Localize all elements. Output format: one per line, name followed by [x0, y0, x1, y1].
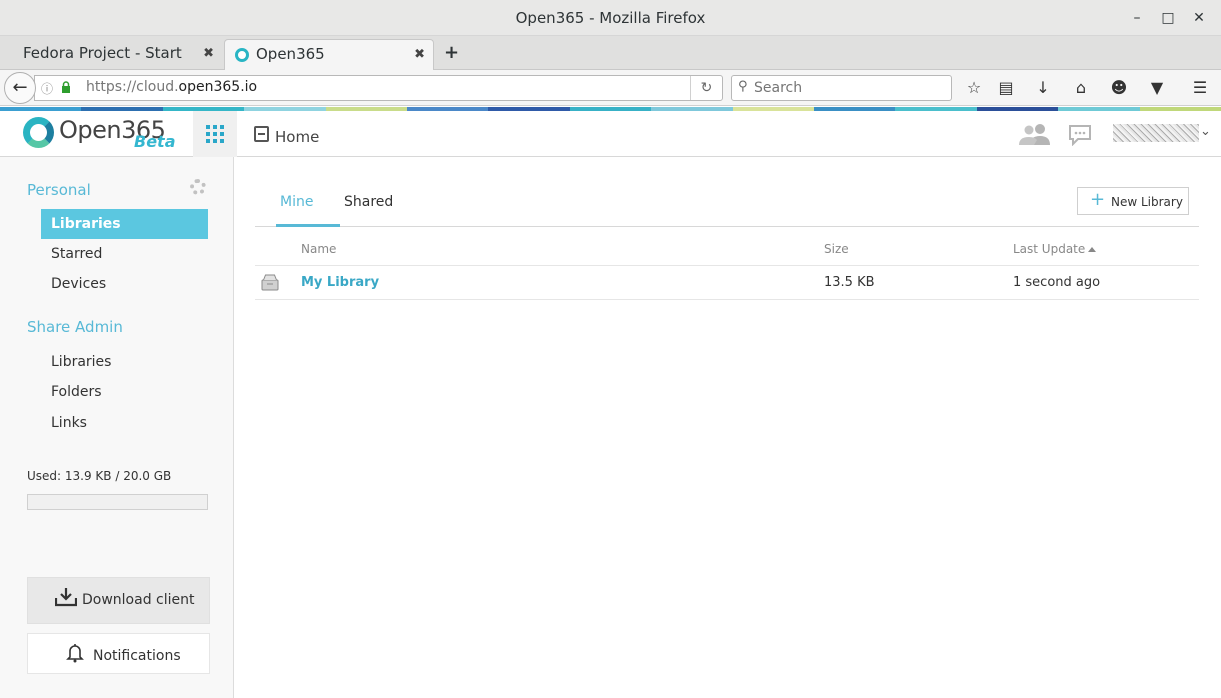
browser-tabbar: Fedora Project - Start Page ✖ Open365 ✖ …: [0, 36, 1221, 91]
active-tab-indicator: [276, 224, 340, 227]
sidebar-section-share-admin: Share Admin: [27, 318, 123, 336]
plus-icon: +: [1090, 189, 1106, 210]
search-icon: ⚲: [738, 79, 748, 94]
messages-icon[interactable]: [1068, 124, 1092, 146]
close-window-button[interactable]: ✕: [1189, 8, 1209, 28]
column-header-last-update[interactable]: Last Update: [1013, 242, 1097, 256]
browser-navbar: ⓘ https://cloud.open365.io ↻ ← ⚲ ☆ ▤ ↓ ⌂…: [0, 70, 1221, 106]
home-icon[interactable]: ⌂: [1070, 78, 1092, 100]
chat-icon[interactable]: ☻: [1108, 78, 1130, 100]
downloads-icon[interactable]: ↓: [1032, 78, 1054, 100]
window-titlebar: Open365 - Mozilla Firefox – □ ✕: [0, 0, 1221, 36]
close-tab-icon[interactable]: ✖: [414, 40, 425, 69]
url-bar[interactable]: ⓘ https://cloud.open365.io ↻: [34, 75, 723, 101]
download-client-button[interactable]: Download client: [27, 577, 210, 624]
storage-usage-bar: [27, 494, 208, 510]
library-size: 13.5 KB: [824, 275, 875, 290]
table-row[interactable]: My Library 13.5 KB 1 second ago: [255, 266, 1199, 300]
sidebar-item-shared-libraries[interactable]: Libraries: [41, 347, 208, 377]
sort-ascending-icon: [1088, 247, 1097, 252]
library-tabs: Mine Shared: [255, 187, 1199, 227]
bell-icon: [66, 644, 84, 663]
storage-usage-text: Used: 13.9 KB / 20.0 GB: [27, 469, 172, 483]
tab-shared[interactable]: Shared: [344, 194, 393, 210]
pocket-icon[interactable]: ▼: [1146, 78, 1168, 100]
open365-logo-icon[interactable]: [23, 117, 54, 148]
search-input[interactable]: [754, 78, 944, 98]
main-content: Mine Shared + New Library Name Size Last…: [234, 157, 1221, 698]
library-icon: [261, 274, 279, 291]
sidebar-item-starred[interactable]: Starred: [41, 239, 208, 269]
app-header: Open365 Beta Home ⌄: [0, 111, 1221, 157]
minimize-button[interactable]: –: [1127, 8, 1147, 28]
people-icon[interactable]: [1018, 123, 1052, 145]
bookmark-star-icon[interactable]: ☆: [963, 78, 985, 100]
sidebar-section-personal: Personal: [27, 181, 91, 199]
lock-icon: [62, 81, 70, 93]
reading-list-icon[interactable]: ▤: [995, 78, 1017, 100]
grid-icon: [206, 125, 224, 143]
chevron-down-icon[interactable]: ⌄: [1200, 124, 1211, 139]
search-bar[interactable]: ⚲: [731, 75, 952, 101]
download-icon: [55, 588, 77, 607]
notifications-label: Notifications: [93, 648, 181, 664]
url-text: https://cloud.open365.io: [86, 79, 258, 95]
new-library-label: New Library: [1111, 195, 1183, 209]
library-home-icon: [254, 126, 269, 142]
notifications-button[interactable]: Notifications: [27, 633, 210, 674]
new-library-button[interactable]: + New Library: [1077, 187, 1189, 215]
window-title: Open365 - Mozilla Firefox: [515, 9, 706, 27]
tab-mine[interactable]: Mine: [280, 194, 313, 210]
library-name-link[interactable]: My Library: [301, 275, 379, 290]
breadcrumb-home[interactable]: Home: [275, 128, 319, 146]
reload-icon[interactable]: ↻: [690, 76, 722, 100]
sidebar: Personal Libraries Starred Devices Share…: [0, 157, 234, 698]
new-tab-button[interactable]: +: [444, 42, 459, 63]
app-launcher-button[interactable]: [193, 111, 237, 157]
close-tab-icon[interactable]: ✖: [203, 39, 214, 68]
download-client-label: Download client: [82, 592, 195, 608]
gear-icon[interactable]: [190, 179, 206, 195]
column-header-size[interactable]: Size: [824, 242, 849, 256]
sidebar-item-libraries[interactable]: Libraries: [41, 209, 208, 239]
sidebar-item-shared-links[interactable]: Links: [41, 408, 208, 438]
tab-label: Open365: [256, 45, 325, 63]
menu-icon[interactable]: ☰: [1189, 78, 1211, 100]
browser-tab-open365[interactable]: Open365 ✖: [224, 39, 434, 70]
info-icon[interactable]: ⓘ: [41, 80, 53, 97]
user-account-avatar[interactable]: [1113, 124, 1199, 142]
maximize-button[interactable]: □: [1158, 8, 1178, 28]
browser-tab-fedora[interactable]: Fedora Project - Start Page ✖: [0, 39, 222, 91]
table-header: Name Size Last Update: [255, 234, 1199, 266]
open365-favicon-icon: [235, 48, 249, 62]
sidebar-item-shared-folders[interactable]: Folders: [41, 377, 208, 407]
sidebar-item-devices[interactable]: Devices: [41, 269, 208, 299]
logo-beta-badge: Beta: [134, 132, 176, 151]
column-header-name[interactable]: Name: [301, 242, 336, 256]
back-button[interactable]: ←: [4, 72, 36, 104]
library-last-update: 1 second ago: [1013, 275, 1101, 290]
